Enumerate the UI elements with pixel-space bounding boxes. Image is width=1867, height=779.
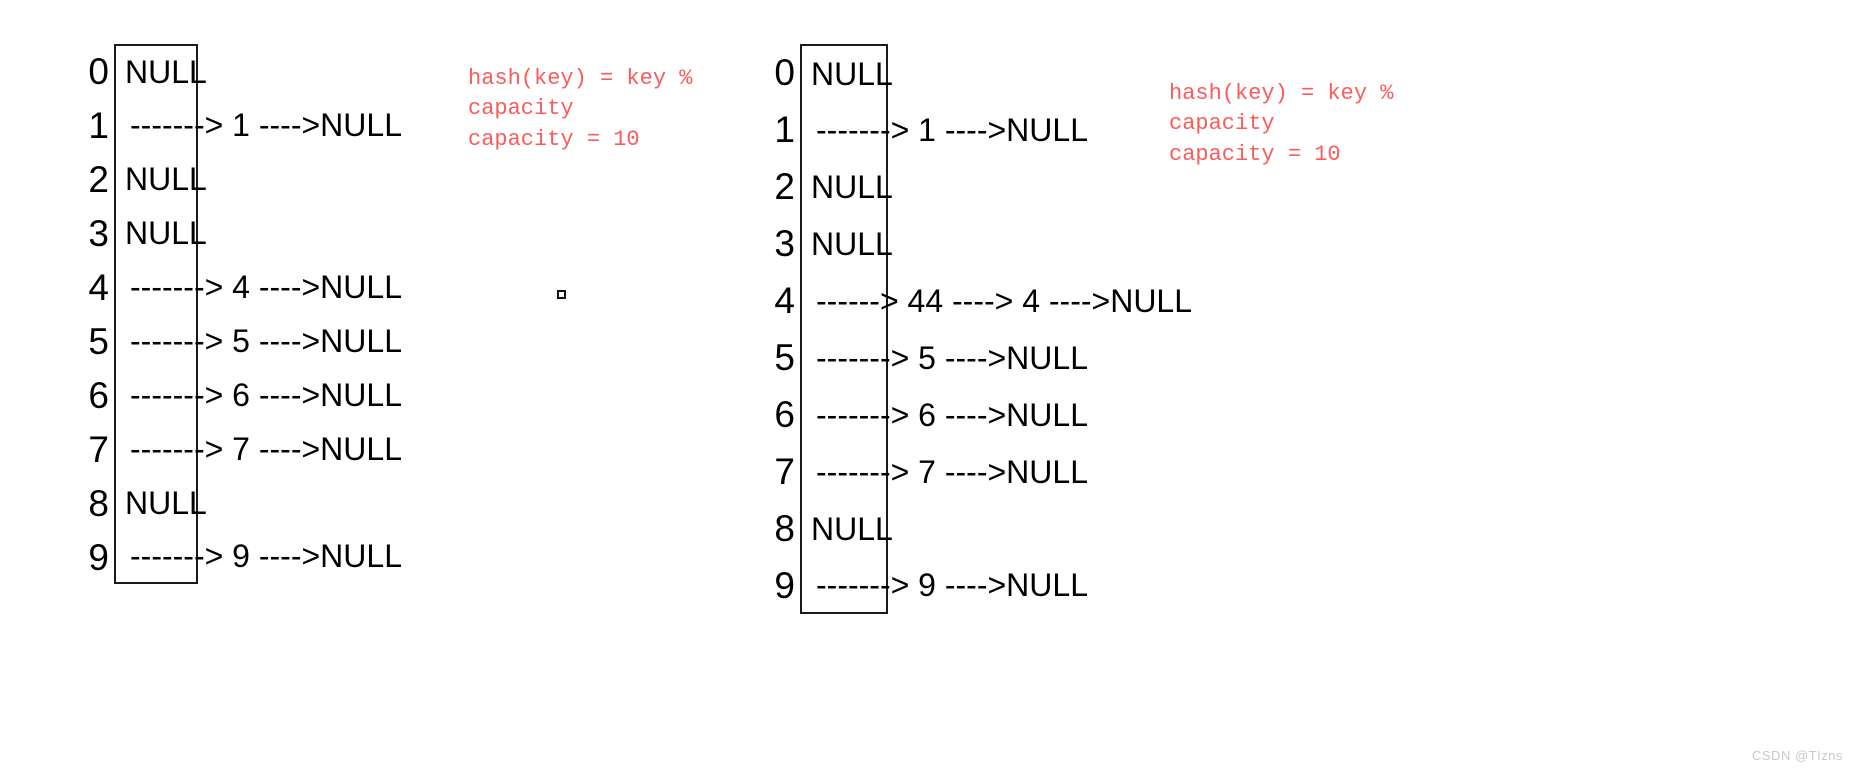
bucket-row: 2 NULL bbox=[761, 158, 893, 215]
bucket-cell: -------> 1 ---->NULL bbox=[114, 98, 402, 152]
bucket-index-label: 5 bbox=[774, 337, 795, 378]
diagram-canvas: 0 NULL 1 -------> 1 ---->NULL 2 NULL 3 NULL 4 ---… bbox=[0, 0, 1867, 779]
bucket-index-label: 6 bbox=[88, 374, 109, 416]
bucket-null-label: NULL bbox=[811, 510, 893, 547]
bucket-index-label: 2 bbox=[88, 158, 109, 200]
bucket-row: 9 -------> 9 ---->NULL bbox=[761, 557, 1088, 614]
hash-table-after: 0 NULL 1 -------> 1 ---->NULL 2 NULL 3 NULL 4 ---… bbox=[761, 44, 1192, 614]
bucket-chain: -------> 6 ---->NULL bbox=[816, 396, 1088, 433]
bucket-row: 5 -------> 5 ---->NULL bbox=[761, 329, 1088, 386]
bucket-cell: NULL bbox=[800, 158, 893, 215]
watermark: CSDN @TIzns bbox=[1752, 748, 1843, 763]
bucket-index-label: 3 bbox=[774, 223, 795, 264]
bucket-index-label: 5 bbox=[88, 320, 109, 362]
bucket-index-label: 6 bbox=[774, 394, 795, 435]
bucket-cell: NULL bbox=[114, 206, 207, 260]
bucket-row: 6 -------> 6 ---->NULL bbox=[75, 368, 402, 422]
bucket-row: 0 NULL bbox=[75, 44, 207, 98]
bucket-cell: NULL bbox=[800, 500, 893, 557]
bucket-cell: -------> 5 ---->NULL bbox=[114, 314, 402, 368]
bucket-index-label: 4 bbox=[88, 266, 109, 308]
bucket-cell: NULL bbox=[114, 152, 207, 206]
bucket-index-label: 8 bbox=[88, 482, 109, 524]
bucket-null-label: NULL bbox=[125, 215, 207, 251]
bucket-row: 7 -------> 7 ---->NULL bbox=[761, 443, 1088, 500]
bucket-cell: -------> 4 ---->NULL bbox=[114, 260, 402, 314]
bucket-row: 8 NULL bbox=[761, 500, 893, 557]
bucket-cell: -------> 6 ---->NULL bbox=[800, 386, 1088, 443]
bucket-index-label: 3 bbox=[88, 212, 109, 254]
bucket-null-label: NULL bbox=[125, 485, 207, 521]
bucket-chain: -------> 1 ---->NULL bbox=[816, 111, 1088, 148]
bucket-chain: -------> 9 ---->NULL bbox=[816, 566, 1088, 603]
bucket-chain: ------> 44 ----> 4 ---->NULL bbox=[816, 282, 1193, 319]
bucket-row: 1 -------> 1 ---->NULL bbox=[75, 98, 402, 152]
bucket-null-label: NULL bbox=[811, 225, 893, 262]
bucket-cell: -------> 5 ---->NULL bbox=[800, 329, 1088, 386]
bucket-index-label: 2 bbox=[774, 166, 795, 207]
bucket-cell: NULL bbox=[114, 476, 207, 530]
bucket-row: 2 NULL bbox=[75, 152, 207, 206]
bucket-cell: -------> 9 ---->NULL bbox=[114, 530, 402, 584]
bucket-null-label: NULL bbox=[811, 55, 893, 92]
hash-table-before: 0 NULL 1 -------> 1 ---->NULL 2 NULL 3 NULL 4 ---… bbox=[75, 44, 402, 584]
bucket-chain: -------> 4 ---->NULL bbox=[130, 269, 402, 305]
bucket-cell: -------> 7 ---->NULL bbox=[114, 422, 402, 476]
bucket-cell: -------> 6 ---->NULL bbox=[114, 368, 402, 422]
bucket-chain: -------> 1 ---->NULL bbox=[130, 107, 402, 143]
bucket-row: 4 ------> 44 ----> 4 ---->NULL bbox=[761, 272, 1192, 329]
bucket-cell: -------> 7 ---->NULL bbox=[800, 443, 1088, 500]
bucket-row: 6 -------> 6 ---->NULL bbox=[761, 386, 1088, 443]
stray-square-marker bbox=[557, 290, 566, 299]
bucket-cell: -------> 9 ---->NULL bbox=[800, 557, 1088, 614]
bucket-index-label: 1 bbox=[774, 109, 795, 150]
bucket-cell: NULL bbox=[800, 44, 893, 101]
bucket-cell: NULL bbox=[800, 215, 893, 272]
bucket-row: 3 NULL bbox=[761, 215, 893, 272]
bucket-chain: -------> 6 ---->NULL bbox=[130, 377, 402, 413]
bucket-chain: -------> 7 ---->NULL bbox=[816, 453, 1088, 490]
bucket-null-label: NULL bbox=[125, 54, 207, 90]
bucket-index-label: 7 bbox=[774, 451, 795, 492]
bucket-row: 0 NULL bbox=[761, 44, 893, 101]
bucket-chain: -------> 5 ---->NULL bbox=[130, 323, 402, 359]
bucket-row: 9 -------> 9 ---->NULL bbox=[75, 530, 402, 584]
bucket-chain: -------> 5 ---->NULL bbox=[816, 339, 1088, 376]
bucket-row: 3 NULL bbox=[75, 206, 207, 260]
bucket-row: 1 -------> 1 ---->NULL bbox=[761, 101, 1088, 158]
bucket-chain: -------> 9 ---->NULL bbox=[130, 538, 402, 574]
bucket-row: 8 NULL bbox=[75, 476, 207, 530]
bucket-null-label: NULL bbox=[811, 168, 893, 205]
bucket-index-label: 0 bbox=[774, 52, 795, 93]
bucket-index-label: 4 bbox=[774, 280, 795, 321]
hash-formula-note-left: hash(key) = key % capacity capacity = 10 bbox=[468, 66, 693, 152]
bucket-index-label: 9 bbox=[88, 536, 109, 578]
bucket-chain: -------> 7 ---->NULL bbox=[130, 431, 402, 467]
bucket-cell: NULL bbox=[114, 44, 207, 98]
hash-formula-note-right: hash(key) = key % capacity capacity = 10 bbox=[1169, 81, 1394, 167]
bucket-row: 4 -------> 4 ---->NULL bbox=[75, 260, 402, 314]
bucket-index-label: 7 bbox=[88, 428, 109, 470]
bucket-row: 7 -------> 7 ---->NULL bbox=[75, 422, 402, 476]
bucket-null-label: NULL bbox=[125, 161, 207, 197]
bucket-index-label: 0 bbox=[88, 50, 109, 92]
bucket-cell: -------> 1 ---->NULL bbox=[800, 101, 1088, 158]
bucket-cell: ------> 44 ----> 4 ---->NULL bbox=[800, 272, 1192, 329]
bucket-row: 5 -------> 5 ---->NULL bbox=[75, 314, 402, 368]
bucket-index-label: 9 bbox=[774, 565, 795, 606]
bucket-index-label: 8 bbox=[774, 508, 795, 549]
bucket-index-label: 1 bbox=[88, 104, 109, 146]
